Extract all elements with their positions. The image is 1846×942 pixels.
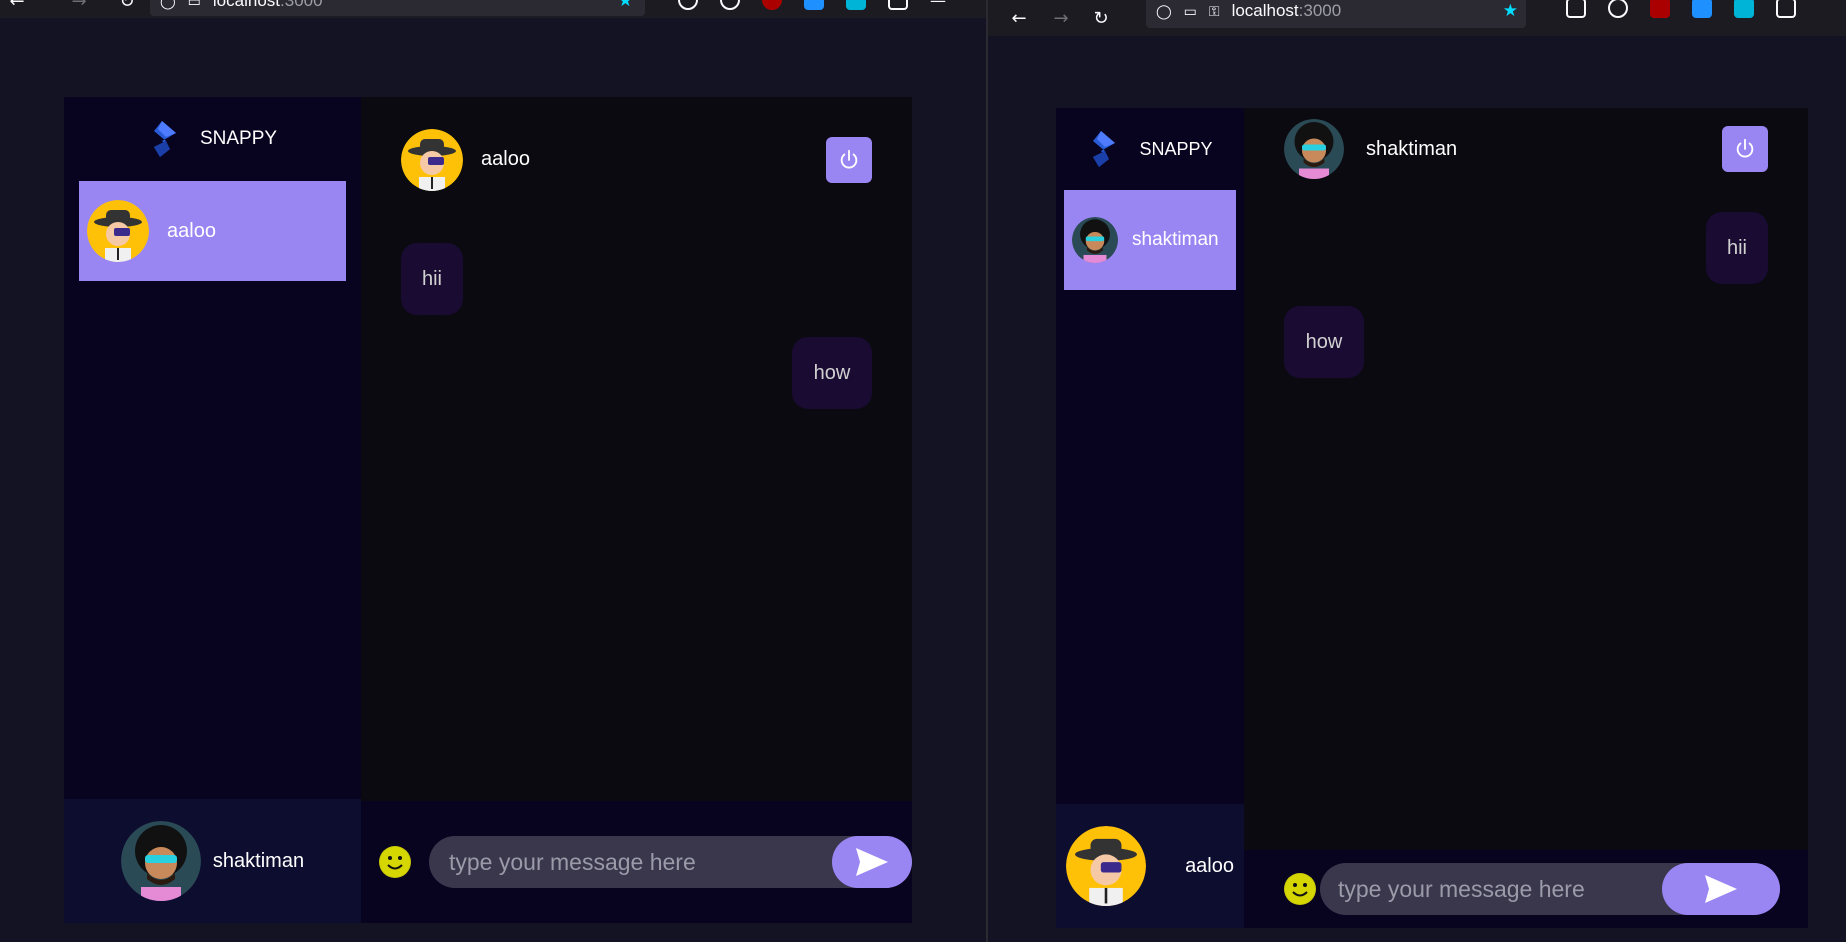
extension-icon-red[interactable]: [762, 0, 782, 10]
toolbar-icon-1[interactable]: [678, 0, 698, 10]
shaktiman-avatar: [120, 821, 201, 901]
emoji-icon: [1285, 874, 1315, 904]
brand: SNAPPY: [1056, 108, 1244, 190]
back-icon[interactable]: ←: [1008, 7, 1030, 29]
message-text: how: [813, 361, 851, 384]
message-text: hii: [421, 267, 442, 290]
brand-name: SNAPPY: [1139, 138, 1213, 159]
message-input-container: [1320, 863, 1780, 915]
extension-icon-blue[interactable]: [1692, 0, 1712, 18]
shield-icon[interactable]: ◯: [160, 0, 176, 10]
right-browser-window: ← → ↻ ◯ ▭ ⚿ localhost:3000 ★ SNAPPY shak…: [988, 0, 1846, 942]
logout-button[interactable]: [1722, 126, 1768, 172]
shaktiman-avatar: [1072, 217, 1118, 263]
power-icon: [1736, 138, 1754, 158]
shield-icon[interactable]: ◯: [1156, 3, 1172, 20]
contact-item-aaloo[interactable]: aaloo: [79, 181, 346, 281]
page-icon: ▭: [187, 0, 201, 9]
chat-user-name: shaktiman: [1366, 137, 1458, 160]
chat-panel: aaloo hii how: [361, 97, 912, 923]
star-icon[interactable]: ★: [618, 0, 633, 11]
url-port: :3000: [280, 0, 323, 10]
message-input-container: [429, 836, 912, 888]
shaktiman-avatar: [1284, 119, 1344, 179]
message-received: how: [1284, 306, 1364, 378]
contacts-panel: SNAPPY aaloo shaktiman: [64, 97, 361, 923]
url-bar[interactable]: ◯ ▭ ⚿ localhost:3000 ★: [1146, 0, 1526, 28]
logout-button[interactable]: [826, 136, 872, 183]
send-icon: [1705, 875, 1737, 903]
reload-icon[interactable]: ↻: [116, 0, 138, 12]
brand-name: SNAPPY: [199, 128, 278, 149]
reload-icon[interactable]: ↻: [1090, 7, 1112, 29]
chat-panel: shaktiman hii how: [1244, 108, 1808, 928]
url-bar[interactable]: ◯ ▭ localhost:3000 ★: [150, 0, 645, 16]
chat-input-area: [1244, 850, 1808, 928]
emoji-button[interactable]: [379, 846, 411, 878]
contacts-panel: SNAPPY shaktiman aaloo: [1056, 108, 1244, 928]
chat-input-area: [361, 801, 912, 923]
current-user: aaloo: [1056, 804, 1244, 928]
browser-toolbar: ← → ↻ ◯ ▭ localhost:3000 ★ —: [0, 0, 986, 18]
left-browser-window: ← → ↻ ◯ ▭ localhost:3000 ★ — SNAPPY aalo…: [0, 0, 986, 942]
emoji-icon: [380, 847, 410, 877]
url-port: :3000: [1298, 1, 1342, 20]
snappy-logo-icon: [1093, 131, 1116, 167]
chat-user-name: aaloo: [481, 148, 530, 170]
forward-icon[interactable]: →: [68, 0, 90, 12]
forward-icon[interactable]: →: [1050, 7, 1072, 29]
current-user-name: shaktiman: [212, 849, 305, 872]
extension-icon-red[interactable]: [1650, 0, 1670, 18]
contact-name: aaloo: [167, 219, 216, 242]
send-button[interactable]: [832, 836, 912, 888]
aaloo-avatar: [1066, 826, 1146, 906]
chat-header: aaloo: [361, 97, 912, 222]
account-icon[interactable]: [1608, 0, 1628, 18]
chat-header: shaktiman: [1244, 108, 1808, 190]
star-icon[interactable]: ★: [1503, 1, 1518, 21]
current-user: shaktiman: [64, 799, 361, 923]
chat-app: SNAPPY shaktiman aaloo shaktiman hii how…: [1056, 108, 1808, 928]
message-sent: how: [792, 337, 872, 409]
extension-icon-cyan[interactable]: [1734, 0, 1754, 18]
snappy-logo-icon: [153, 121, 176, 157]
chat-user: aaloo: [401, 128, 530, 191]
message-text: how: [1305, 330, 1343, 353]
key-icon[interactable]: ⚿: [1209, 3, 1220, 20]
pocket-icon[interactable]: [1566, 0, 1586, 18]
page-icon: ▭: [1183, 2, 1197, 19]
extension-icon-cyan[interactable]: [846, 0, 866, 10]
emoji-button[interactable]: [1284, 873, 1316, 905]
power-icon: [840, 149, 858, 168]
brand: SNAPPY: [64, 97, 361, 181]
current-user-name: aaloo: [1185, 854, 1234, 877]
minimize-icon[interactable]: —: [930, 0, 946, 10]
send-icon: [856, 848, 888, 876]
browser-toolbar: ← → ↻ ◯ ▭ ⚿ localhost:3000 ★: [988, 0, 1846, 36]
extensions-icon[interactable]: [1776, 0, 1796, 18]
extensions-icon[interactable]: [888, 0, 908, 10]
send-button[interactable]: [1662, 863, 1780, 915]
chat-user: shaktiman: [1284, 119, 1457, 179]
chat-app: SNAPPY aaloo shaktiman aaloo hii how typ…: [64, 97, 912, 923]
message-received: hii: [401, 243, 463, 315]
url-host: localhost: [212, 0, 281, 10]
message-text: hii: [1726, 236, 1747, 259]
message-sent: hii: [1706, 212, 1768, 284]
contact-name: shaktiman: [1132, 229, 1219, 250]
back-icon[interactable]: ←: [6, 0, 28, 12]
contact-item-shaktiman[interactable]: shaktiman: [1064, 190, 1236, 290]
aaloo-avatar: [401, 128, 463, 191]
extension-icon-blue[interactable]: [804, 0, 824, 10]
toolbar-icon-2[interactable]: [720, 0, 740, 10]
aaloo-avatar: [87, 200, 149, 262]
url-host: localhost: [1231, 1, 1299, 20]
